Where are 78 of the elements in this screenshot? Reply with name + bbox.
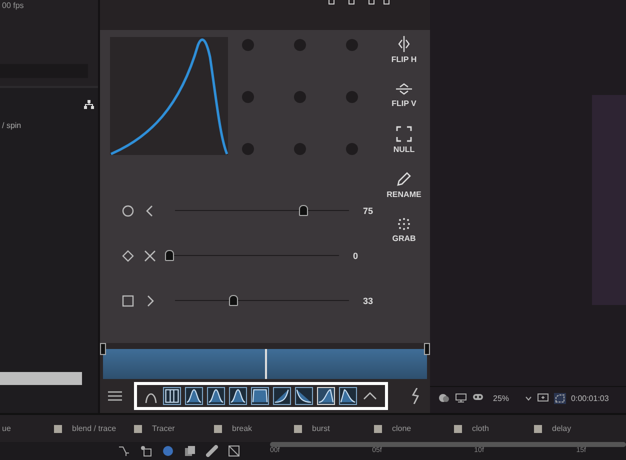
- label-swatch[interactable]: [214, 424, 222, 433]
- layer-label[interactable]: ue: [2, 424, 11, 434]
- tool-button[interactable]: FLIP V: [380, 72, 428, 117]
- pill-icon[interactable]: [206, 445, 218, 457]
- ease-preset-button[interactable]: [339, 387, 357, 406]
- square-icon: [122, 294, 134, 306]
- ease-curve-icon: [296, 388, 312, 404]
- ease-preset-button[interactable]: [185, 387, 203, 406]
- sphere-icon[interactable]: [162, 445, 174, 457]
- null-bracket-icon: [396, 126, 412, 142]
- ease-curve-icon: [274, 388, 290, 404]
- tool-button[interactable]: NULL: [380, 117, 428, 162]
- diamond-icon: [122, 250, 134, 262]
- menu-icon[interactable]: [108, 391, 122, 402]
- dot-grid-icon: [397, 216, 411, 230]
- circle-icon: [122, 204, 134, 216]
- ease-preset-button[interactable]: [273, 387, 291, 406]
- range-handle[interactable]: [424, 343, 430, 356]
- zoom-dropdown[interactable]: 25%: [493, 394, 532, 403]
- anchor-dot-grid[interactable]: [242, 39, 358, 155]
- label-swatch[interactable]: [374, 424, 382, 433]
- label-swatch[interactable]: [294, 424, 302, 433]
- shapes-icon[interactable]: [140, 445, 152, 457]
- ease-curve-icon: [252, 388, 268, 404]
- ease-curve-icon: [230, 388, 246, 404]
- ease-curve-graph[interactable]: [110, 37, 228, 155]
- range-handle[interactable]: [100, 343, 106, 356]
- layer-label[interactable]: burst: [312, 424, 330, 434]
- slider-value: 33: [363, 296, 374, 306]
- copy-icon[interactable]: [184, 445, 196, 457]
- ease-preset-button[interactable]: [251, 387, 269, 406]
- flip-vertical-icon: [396, 82, 412, 96]
- ease-preset-button[interactable]: [163, 387, 181, 406]
- layer-label[interactable]: cloth: [472, 424, 489, 434]
- layers-icon[interactable]: [438, 393, 450, 404]
- ease-preset-button[interactable]: [295, 387, 313, 406]
- frame-icon[interactable]: [537, 392, 550, 404]
- tool-button[interactable]: GRAB: [380, 207, 428, 252]
- selected-layer-row[interactable]: [0, 372, 82, 386]
- slider-thumb[interactable]: [298, 204, 308, 216]
- ease-preset-button[interactable]: [229, 387, 247, 406]
- ease-curve-icon: [208, 388, 224, 404]
- label-swatch[interactable]: [534, 424, 542, 433]
- layer-label[interactable]: delay: [552, 424, 572, 434]
- slider-value: 75: [363, 206, 374, 216]
- flip-horizontal-icon: [397, 36, 411, 52]
- graph-icon[interactable]: [118, 445, 130, 457]
- label-swatch[interactable]: [134, 424, 142, 433]
- region-icon[interactable]: [554, 392, 566, 404]
- frame-rate-text: 00 fps: [1, 0, 25, 12]
- tool-button[interactable]: RENAME: [380, 162, 428, 207]
- cross-icon[interactable]: [144, 250, 156, 262]
- label-swatch[interactable]: [54, 424, 62, 433]
- slider-value: 0: [353, 250, 358, 260]
- label-swatch[interactable]: [454, 424, 462, 433]
- slider-thumb[interactable]: [165, 250, 174, 260]
- layer-label[interactable]: blend / trace: [72, 424, 116, 434]
- bracket-icons: [328, 0, 390, 6]
- ease-curve-icon: [340, 388, 356, 404]
- hierarchy-icon[interactable]: [84, 100, 94, 109]
- layer-label[interactable]: break: [232, 424, 252, 434]
- ease-preset-button[interactable]: [207, 387, 225, 406]
- monitor-icon[interactable]: [455, 393, 467, 404]
- ease-preset-button[interactable]: [317, 387, 335, 406]
- layer-name: / spin: [1, 120, 22, 130]
- pencil-icon: [396, 170, 412, 186]
- ease-curve-icon: [186, 388, 202, 404]
- layer-label[interactable]: clone: [392, 424, 412, 434]
- tool-button[interactable]: FLIP H: [380, 27, 428, 72]
- ease-curve-icon: [318, 388, 334, 404]
- layer-label[interactable]: Tracer: [152, 424, 175, 434]
- ease-curve-icon: [164, 388, 180, 404]
- timecode[interactable]: 0:00:01:03: [571, 394, 609, 403]
- lightning-icon[interactable]: [411, 388, 420, 404]
- caret-icon: [525, 396, 532, 401]
- slider-thumb[interactable]: [229, 294, 238, 306]
- chevron-up-icon[interactable]: [363, 392, 377, 400]
- slash-box-icon[interactable]: [228, 445, 240, 457]
